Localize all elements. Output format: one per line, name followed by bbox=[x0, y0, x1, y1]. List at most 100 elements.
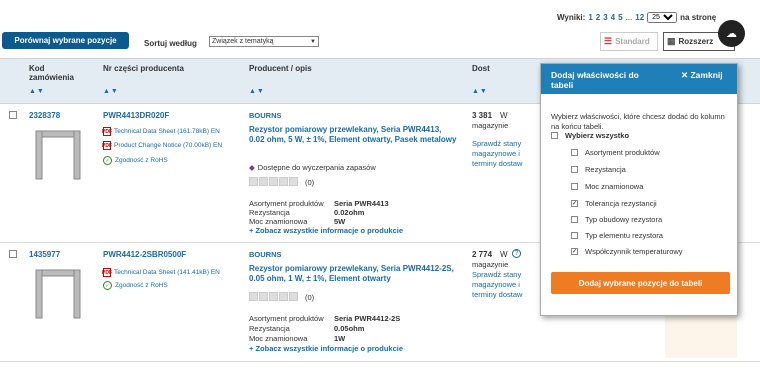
order-code-link[interactable]: 1435977 bbox=[29, 250, 60, 259]
property-checkbox[interactable]: ✓ bbox=[571, 248, 578, 255]
star-icon bbox=[289, 292, 298, 301]
add-to-table-button[interactable]: Dodaj wybrane pozycje do tabeli bbox=[551, 272, 730, 294]
property-option[interactable]: ✓ Tolerancja rezystancji bbox=[571, 199, 657, 208]
datasheet-link[interactable]: PDF Technical Data Sheet (161.78kB) EN bbox=[102, 127, 220, 136]
star-icon bbox=[249, 177, 258, 186]
per-page-suffix: na stronę bbox=[680, 13, 717, 22]
star-icon bbox=[259, 177, 268, 186]
property-option[interactable]: Typ elementu rezystora bbox=[571, 231, 663, 240]
property-checkbox[interactable] bbox=[571, 216, 578, 223]
panel-close-button[interactable]: ✕ Zamknij bbox=[681, 70, 723, 81]
sort-arrows-icon[interactable]: ▲▼ bbox=[472, 88, 488, 95]
order-code-link[interactable]: 2328378 bbox=[29, 111, 60, 120]
property-label: Współczynnik temperaturowy bbox=[585, 247, 683, 256]
stock-count: 2 774 bbox=[472, 250, 493, 259]
brand-link[interactable]: BOURNS bbox=[249, 250, 282, 259]
property-label: Rezystancja bbox=[585, 165, 626, 174]
attr-value: 5W bbox=[334, 217, 346, 226]
per-page-select[interactable]: 25 bbox=[647, 12, 678, 23]
star-icon bbox=[249, 292, 258, 301]
product-description-link[interactable]: Rezystor pomiarowy przewlekany, Seria PW… bbox=[249, 264, 459, 284]
row-checkbox[interactable] bbox=[9, 250, 17, 258]
stock-unit: W bbox=[500, 250, 508, 259]
stock-check-link[interactable]: Sprawdź stany magazynowe i terminy dosta… bbox=[472, 139, 534, 169]
stock-check-link[interactable]: Sprawdź stany magazynowe i terminy dosta… bbox=[472, 270, 534, 300]
sort-arrows-icon[interactable]: ▲▼ bbox=[103, 88, 119, 95]
rating-stars[interactable] bbox=[249, 177, 298, 186]
compare-selected-button[interactable]: Porównaj wybrane pozycje bbox=[2, 32, 129, 49]
more-info-link[interactable]: + Zobacz wszystkie informacje o produkci… bbox=[249, 226, 403, 235]
sort-label: Sortuj według bbox=[144, 39, 197, 48]
stock-count: 3 381 bbox=[472, 111, 493, 120]
sort-select[interactable]: Związek z tematyką ▼ bbox=[209, 36, 319, 47]
rohs-compliance: ✓ Zgodność z RoHS bbox=[103, 156, 168, 165]
property-option[interactable]: Typ obudowy rezystora bbox=[571, 215, 662, 224]
page-3-link[interactable]: 3 bbox=[603, 13, 607, 22]
product-description-link[interactable]: Rezystor pomiarowy przewlekany, Seria PW… bbox=[249, 125, 459, 145]
column-header-code[interactable]: Kod zamówienia bbox=[29, 64, 84, 82]
add-properties-panel: Dodaj właściwości do tabeli ✕ Zamknij Wy… bbox=[540, 63, 738, 316]
panel-title: Dodaj właściwości do tabeli bbox=[551, 70, 639, 90]
property-label: Moc znamionowa bbox=[585, 182, 644, 191]
page-1-link[interactable]: 1 bbox=[588, 13, 592, 22]
view-standard-label: Standard bbox=[615, 37, 650, 46]
datasheet-link[interactable]: PDF Technical Data Sheet (141.41kB) EN bbox=[102, 268, 220, 277]
rohs-icon: ✓ bbox=[103, 281, 112, 290]
pagination-label: Wyniki: bbox=[557, 13, 586, 22]
pdf-icon: PDF bbox=[102, 141, 112, 150]
manufacturer-part-link[interactable]: PWR4412-2SBR0500F bbox=[103, 250, 186, 259]
list-icon: ☰ bbox=[604, 36, 613, 46]
brand-link[interactable]: BOURNS bbox=[249, 111, 282, 120]
sort-arrows-icon[interactable]: ▲▼ bbox=[249, 88, 265, 95]
product-image[interactable] bbox=[28, 125, 88, 185]
cloud-toggle-icon[interactable]: ☁ bbox=[718, 20, 745, 47]
column-header-availability[interactable]: Dost bbox=[472, 64, 490, 73]
chevron-down-icon: ▼ bbox=[310, 38, 316, 45]
rohs-icon: ✓ bbox=[103, 156, 112, 165]
property-option[interactable]: Asortyment produktów bbox=[571, 148, 660, 157]
page-last-link[interactable]: 12 bbox=[635, 13, 644, 22]
rating-count: (0) bbox=[305, 178, 315, 187]
view-detail-label: Rozszerz bbox=[678, 37, 714, 46]
stock-unit: W bbox=[500, 111, 508, 120]
page-2-link[interactable]: 2 bbox=[596, 13, 600, 22]
product-image[interactable] bbox=[28, 264, 88, 324]
availability-note: ◆ Dostępne do wyczerpania zapasów bbox=[249, 163, 376, 172]
property-option[interactable]: Rezystancja bbox=[571, 165, 626, 174]
change-notice-link[interactable]: PDF Product Change Notice (70.00kB) EN bbox=[102, 141, 222, 150]
column-header-producer[interactable]: Producent / opis bbox=[249, 64, 312, 73]
property-checkbox[interactable] bbox=[571, 149, 578, 156]
more-info-link[interactable]: + Zobacz wszystkie informacje o produkci… bbox=[249, 344, 403, 353]
datasheet-link-text[interactable]: Technical Data Sheet (161.78kB) EN bbox=[114, 128, 220, 135]
star-icon bbox=[279, 292, 288, 301]
star-icon bbox=[269, 177, 278, 186]
property-label: Typ elementu rezystora bbox=[585, 231, 663, 240]
sort-arrows-icon[interactable]: ▲▼ bbox=[29, 88, 45, 95]
page-5-link[interactable]: 5 bbox=[618, 13, 622, 22]
star-icon bbox=[289, 177, 298, 186]
page-4-link[interactable]: 4 bbox=[611, 13, 615, 22]
select-all-checkbox[interactable] bbox=[551, 132, 558, 139]
datasheet-link-text[interactable]: Technical Data Sheet (141.41kB) EN bbox=[114, 269, 220, 276]
info-icon[interactable]: ? bbox=[512, 249, 521, 258]
property-option[interactable]: Moc znamionowa bbox=[571, 182, 643, 191]
property-label: Asortyment produktów bbox=[585, 148, 660, 157]
star-icon bbox=[259, 292, 268, 301]
select-all-option[interactable]: Wybierz wszystko bbox=[551, 131, 629, 140]
star-icon bbox=[279, 177, 288, 186]
column-header-part[interactable]: Nr części producenta bbox=[103, 64, 184, 73]
property-option[interactable]: ✓ Współczynnik temperaturowy bbox=[571, 247, 683, 256]
row-checkbox[interactable] bbox=[9, 111, 17, 119]
view-standard-button[interactable]: ☰ Standard bbox=[600, 32, 658, 51]
availability-note-text: Dostępne do wyczerpania zapasów bbox=[257, 163, 376, 172]
attr-label: Asortyment produktów bbox=[249, 314, 324, 323]
change-notice-link-text[interactable]: Product Change Notice (70.00kB) EN bbox=[114, 142, 222, 149]
property-checkbox[interactable]: ✓ bbox=[571, 200, 578, 207]
panel-description: Wybierz właściwości, które chcesz dodać … bbox=[551, 112, 725, 131]
property-checkbox[interactable] bbox=[571, 232, 578, 239]
manufacturer-part-link[interactable]: PWR4413DR020F bbox=[103, 111, 169, 120]
property-checkbox[interactable] bbox=[571, 166, 578, 173]
property-checkbox[interactable] bbox=[571, 183, 578, 190]
rating-stars[interactable] bbox=[249, 292, 298, 301]
select-all-label: Wybierz wszystko bbox=[565, 131, 630, 140]
